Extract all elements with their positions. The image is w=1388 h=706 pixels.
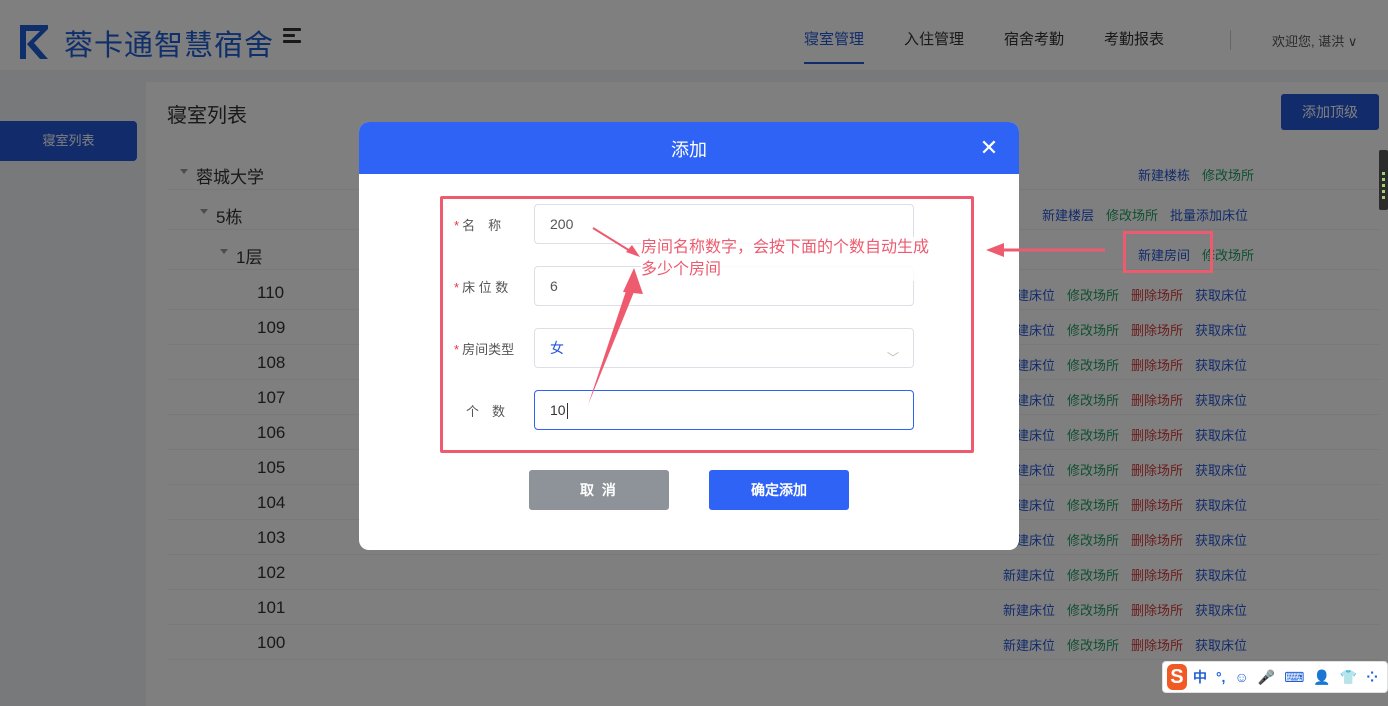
ime-skin-icon[interactable]: 👕 xyxy=(1340,669,1357,686)
sogou-logo-icon[interactable]: S xyxy=(1167,664,1187,690)
ime-chinese-mode[interactable]: 中 xyxy=(1193,667,1207,687)
annotation-text: 房间名称数字，会按下面的个数自动生成多少个房间 xyxy=(641,237,941,281)
annotation-highlight-new-room xyxy=(1123,231,1213,273)
ime-punctuation-icon[interactable]: °, xyxy=(1216,669,1226,685)
annotation-frame xyxy=(440,196,974,453)
side-scroll-widget[interactable] xyxy=(1379,150,1388,210)
close-icon[interactable]: ✕ xyxy=(979,137,999,159)
ime-voice-icon[interactable]: 🎤 xyxy=(1258,669,1275,686)
ime-emoji-icon[interactable]: ☺ xyxy=(1234,669,1248,685)
confirm-add-button[interactable]: 确定添加 xyxy=(709,470,849,510)
dialog-title: 添加 xyxy=(671,140,707,160)
ime-toolbar: S 中 °, ☺ 🎤 ⌨ 👤 👕 ⁘ xyxy=(1162,661,1388,693)
ime-user-icon[interactable]: 👤 xyxy=(1313,669,1330,686)
ime-toolbox-icon[interactable]: ⁘ xyxy=(1366,669,1378,686)
dialog-header: 添加 ✕ xyxy=(359,122,1019,174)
cancel-button[interactable]: 取 消 xyxy=(529,470,669,510)
ime-keyboard-icon[interactable]: ⌨ xyxy=(1284,669,1304,686)
